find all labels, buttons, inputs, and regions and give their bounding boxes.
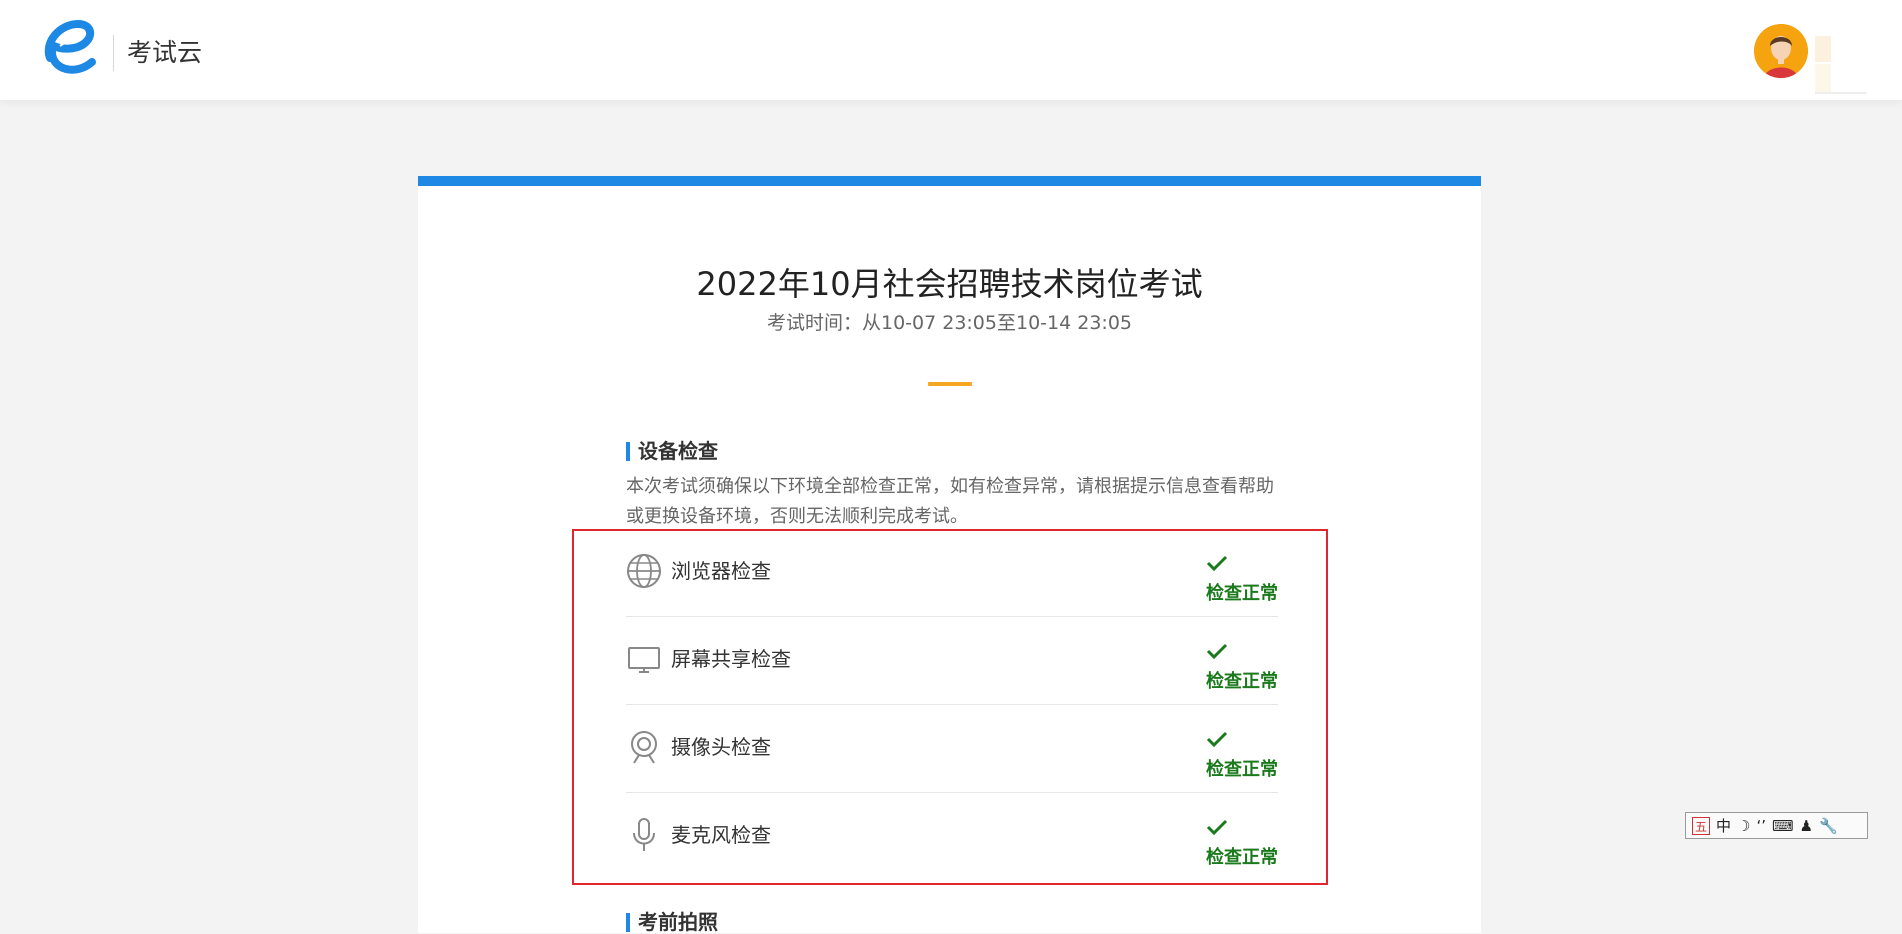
user-avatar[interactable] — [1754, 24, 1808, 78]
check-status: 检查正常 — [1206, 671, 1278, 692]
check-status: 检查正常 — [1206, 759, 1278, 780]
moon-icon[interactable]: ☽ — [1737, 816, 1750, 836]
user-name-placeholder — [1815, 36, 1867, 94]
ime-language-toggle[interactable]: 中 — [1716, 816, 1731, 836]
device-check-list: 浏览器检查 检查正常 屏幕共享检查 检查正常 摄像头检查 检查正常 麦克风检查 … — [626, 529, 1278, 881]
check-status: 检查正常 — [1206, 583, 1278, 604]
check-status: 检查正常 — [1206, 847, 1278, 868]
check-label: 屏幕共享检查 — [671, 647, 791, 671]
user-icon[interactable]: ♟ — [1800, 816, 1813, 836]
globe-icon — [627, 554, 661, 588]
device-check-title: 设备检查 — [626, 439, 718, 463]
check-item-microphone: 麦克风检查 检查正常 — [626, 793, 1278, 881]
exam-title: 2022年10月社会招聘技术岗位考试 — [696, 265, 1203, 303]
check-item-screen-share: 屏幕共享检查 检查正常 — [626, 617, 1278, 705]
checkmark-icon — [1206, 731, 1228, 747]
pre-exam-photo-title: 考前拍照 — [626, 910, 718, 934]
check-item-camera: 摄像头检查 检查正常 — [626, 705, 1278, 793]
check-label: 麦克风检查 — [671, 823, 771, 847]
ime-mode-icon[interactable]: 五 — [1692, 816, 1710, 835]
punctuation-icon[interactable]: ‘’ — [1756, 816, 1766, 836]
microphone-icon — [633, 818, 655, 851]
webcam-icon — [631, 731, 657, 764]
check-label: 摄像头检查 — [671, 735, 771, 759]
avatar-icon — [1754, 24, 1808, 78]
device-check-description: 本次考试须确保以下环境全部检查正常，如有检查异常，请根据提示信息查看帮助或更换设… — [626, 476, 1274, 527]
title-accent-line — [928, 382, 972, 386]
checkmark-icon — [1206, 819, 1228, 835]
keyboard-icon[interactable]: ⌨ — [1772, 816, 1794, 836]
checkmark-icon — [1206, 643, 1228, 659]
exam-time: 考试时间：从10-07 23:05至10-14 23:05 — [766, 312, 1132, 334]
wrench-icon[interactable]: 🔧 — [1819, 816, 1838, 836]
top-header: 考试云 — [0, 0, 1902, 100]
exam-card: 2022年10月社会招聘技术岗位考试 考试时间：从10-07 23:05至10-… — [418, 176, 1481, 934]
ime-toolbar[interactable]: 五 中 ☽ ‘’ ⌨ ♟ 🔧 — [1685, 812, 1868, 839]
logo-divider — [113, 35, 114, 71]
app-name: 考试云 — [127, 38, 203, 67]
checkmark-icon — [1206, 555, 1228, 571]
monitor-icon — [628, 647, 660, 673]
check-label: 浏览器检查 — [671, 559, 771, 583]
check-item-browser: 浏览器检查 检查正常 — [626, 529, 1278, 617]
logo-icon[interactable] — [40, 16, 98, 78]
card-top-accent — [418, 176, 1481, 186]
